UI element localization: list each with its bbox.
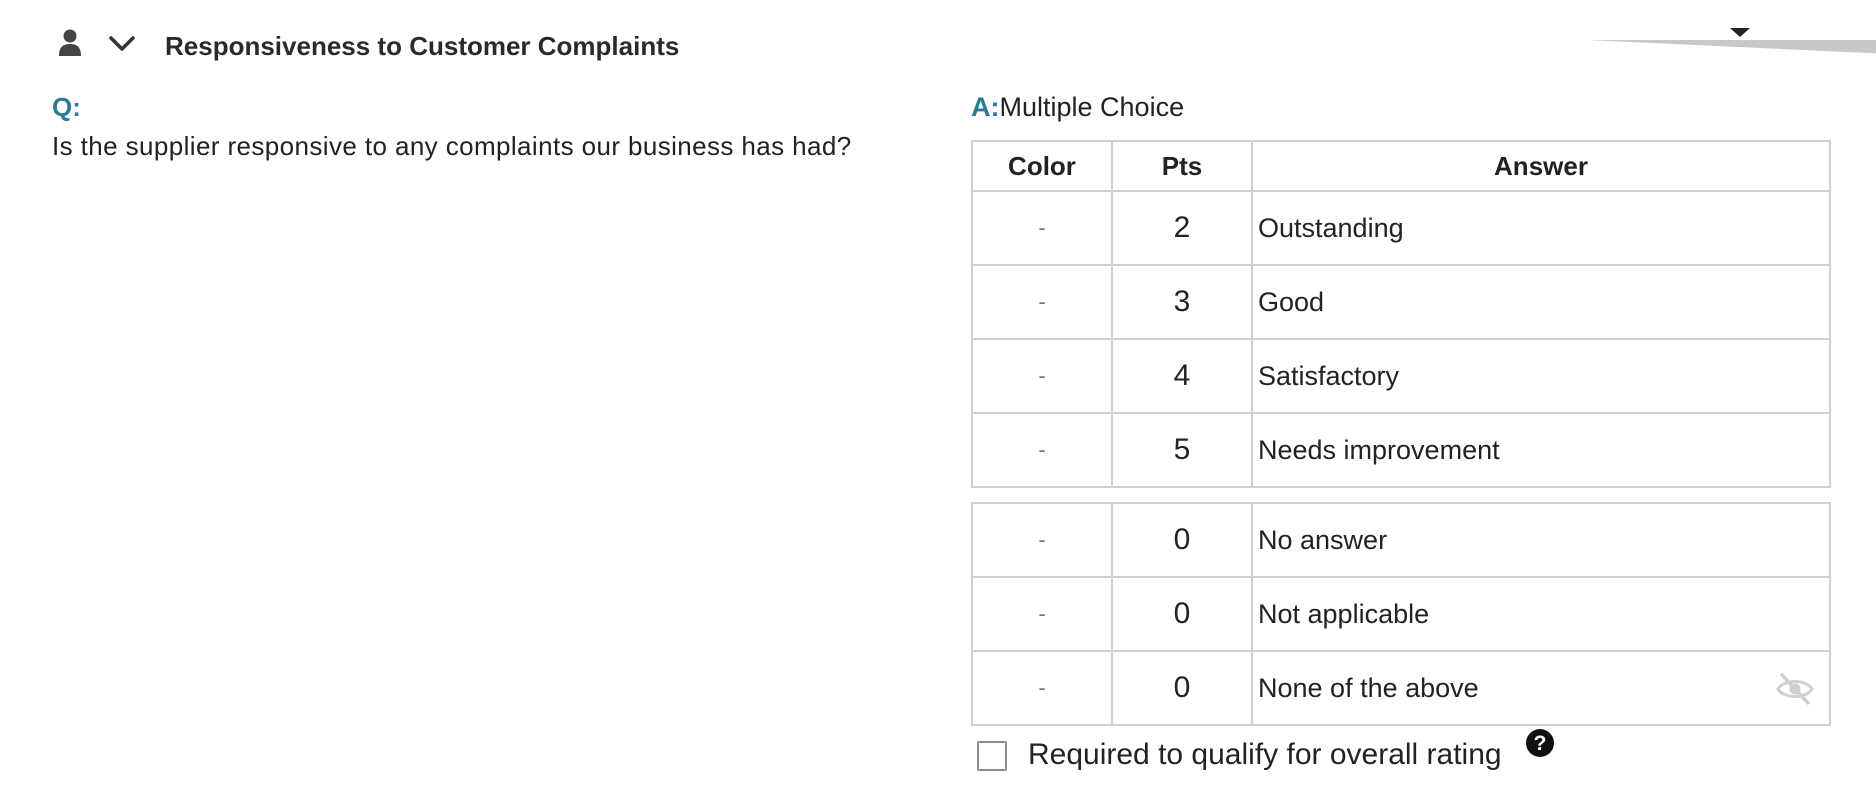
points-cell[interactable]: 3: [1111, 264, 1253, 340]
points-cell[interactable]: 0: [1111, 502, 1253, 578]
color-cell[interactable]: -: [971, 264, 1113, 340]
answer-cell-text: None of the above: [1258, 672, 1479, 703]
points-cell[interactable]: 0: [1111, 576, 1253, 652]
answer-cell[interactable]: Outstanding: [1251, 190, 1831, 266]
color-cell[interactable]: -: [971, 412, 1113, 488]
answer-type: Multiple Choice: [999, 92, 1185, 122]
column-header-pts: Pts: [1111, 140, 1253, 192]
answer-type-line: A:Multiple Choice: [971, 92, 1184, 123]
column-header-color: Color: [971, 140, 1113, 192]
question-label: Q:: [52, 92, 81, 122]
table-row[interactable]: - 4 Satisfactory: [971, 338, 1831, 414]
points-cell[interactable]: 4: [1111, 338, 1253, 414]
table-row[interactable]: - 0 No answer: [971, 502, 1831, 578]
question-circle-icon[interactable]: ?: [1525, 728, 1555, 758]
answer-cell[interactable]: None of the above: [1251, 650, 1831, 726]
required-checkbox[interactable]: [977, 741, 1007, 771]
special-answer-table: - 0 No answer - 0 Not applicable - 0 Non…: [971, 502, 1831, 726]
question-text: Is the supplier responsive to any compla…: [52, 131, 852, 161]
color-cell[interactable]: -: [971, 190, 1113, 266]
required-option: Required to qualify for overall rating ?: [977, 729, 1577, 774]
required-label[interactable]: Required to qualify for overall rating: [1028, 738, 1502, 772]
color-cell[interactable]: -: [971, 338, 1113, 414]
table-row[interactable]: - 2 Outstanding: [971, 190, 1831, 266]
svg-text:?: ?: [1534, 732, 1547, 755]
answer-label: A:: [971, 92, 1000, 122]
column-header-answer: Answer: [1251, 140, 1831, 192]
question-title: Responsiveness to Customer Complaints: [165, 31, 680, 61]
points-cell[interactable]: 0: [1111, 650, 1253, 726]
points-cell[interactable]: 2: [1111, 190, 1253, 266]
caret-down-icon[interactable]: [1587, 22, 1876, 56]
color-cell[interactable]: -: [971, 576, 1113, 652]
chevron-down-icon[interactable]: [108, 34, 136, 54]
table-row[interactable]: - 0 None of the above: [971, 650, 1831, 726]
points-cell[interactable]: 5: [1111, 412, 1253, 488]
color-cell[interactable]: -: [971, 502, 1113, 578]
answer-cell[interactable]: Good: [1251, 264, 1831, 340]
table-row[interactable]: - 3 Good: [971, 264, 1831, 340]
eye-slash-icon[interactable]: [1775, 672, 1815, 706]
answer-cell[interactable]: No answer: [1251, 502, 1831, 578]
table-row[interactable]: - 5 Needs improvement: [971, 412, 1831, 488]
question-header: Responsiveness to Customer Complaints: [52, 22, 1876, 66]
answer-cell[interactable]: Needs improvement: [1251, 412, 1831, 488]
person-icon[interactable]: [56, 28, 84, 58]
answer-table: Color Pts Answer - 2 Outstanding - 3 Goo…: [971, 140, 1831, 488]
color-cell[interactable]: -: [971, 650, 1113, 726]
answer-cell[interactable]: Satisfactory: [1251, 338, 1831, 414]
table-row[interactable]: - 0 Not applicable: [971, 576, 1831, 652]
table-header-row: Color Pts Answer: [971, 140, 1831, 192]
answer-cell[interactable]: Not applicable: [1251, 576, 1831, 652]
